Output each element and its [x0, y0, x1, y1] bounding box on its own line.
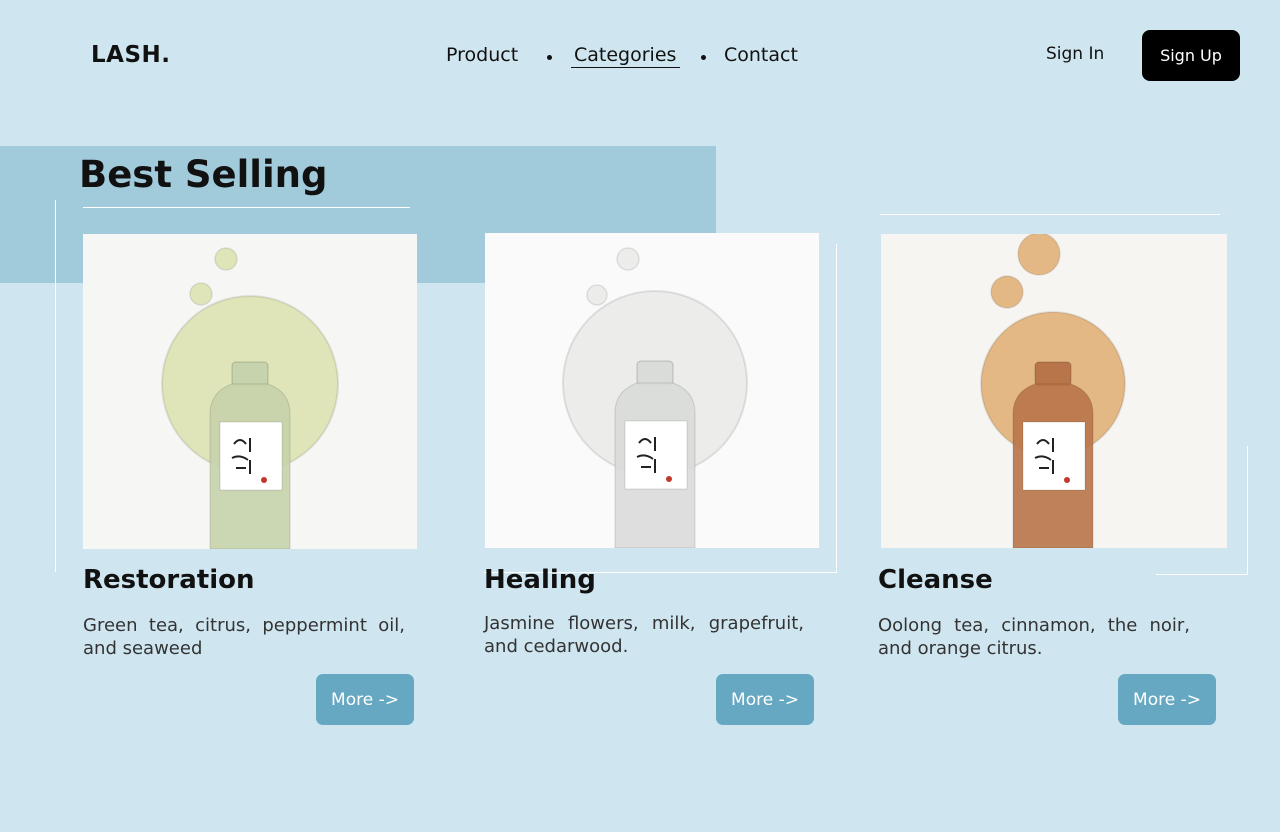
product-name: Healing [484, 565, 596, 595]
sign-in-link[interactable]: Sign In [1046, 44, 1104, 64]
more-button[interactable]: More -> [716, 674, 814, 725]
frame-line-left [55, 200, 56, 572]
product-name: Cleanse [878, 565, 993, 595]
frame-line-middle-right [836, 244, 837, 573]
serum-product-illustration [881, 234, 1227, 548]
frame-line-right-top [880, 214, 1220, 215]
nav-product[interactable]: Product [446, 44, 518, 66]
section-title: Best Selling [79, 153, 328, 196]
nav-categories[interactable]: Categories [571, 44, 681, 68]
frame-line-right-bottom [1156, 574, 1248, 575]
product-description: Green tea, citrus, peppermint oil, and s… [83, 615, 405, 659]
frame-line-right-side [1247, 446, 1248, 575]
serum-product-illustration [485, 233, 819, 548]
product-image[interactable] [881, 234, 1227, 548]
nav-separator-dot [701, 55, 706, 60]
product-name: Restoration [83, 565, 255, 595]
product-description: Jasmine flowers, milk, grapefruit, and c… [484, 613, 804, 657]
nav-contact[interactable]: Contact [724, 44, 798, 66]
more-button[interactable]: More -> [316, 674, 414, 725]
product-image[interactable] [83, 234, 417, 549]
title-underline [83, 207, 410, 208]
logo[interactable]: LASH. [91, 42, 171, 68]
more-button[interactable]: More -> [1118, 674, 1216, 725]
product-image[interactable] [485, 233, 819, 548]
sign-up-button[interactable]: Sign Up [1142, 30, 1240, 81]
serum-product-illustration [83, 234, 417, 549]
nav-separator-dot [547, 55, 552, 60]
product-description: Oolong tea, cinnamon, the noir, and oran… [878, 615, 1190, 659]
